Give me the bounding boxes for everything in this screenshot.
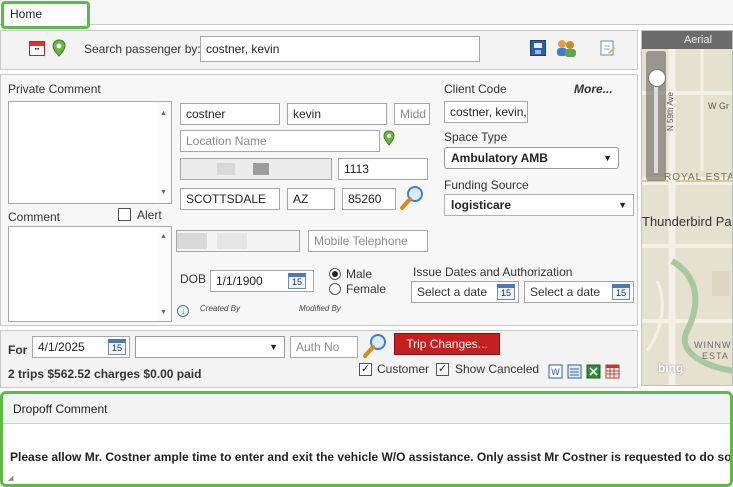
show-canceled-label: Show Canceled: [455, 362, 540, 376]
mobile-phone-field[interactable]: Mobile Telephone: [308, 230, 428, 252]
map-label-esta: ESTA: [702, 351, 729, 361]
auth-number-field[interactable]: Auth No: [290, 336, 358, 358]
map-label-avenue: N 59th Ave: [666, 92, 675, 131]
issue-date-calendar-icon[interactable]: 15: [497, 284, 515, 300]
svg-text:W: W: [551, 368, 560, 378]
bing-logo: bing: [658, 361, 684, 375]
list-view-icon[interactable]: [567, 364, 582, 379]
redacted-block: [253, 163, 269, 175]
city-field[interactable]: SCOTTSDALE: [180, 188, 280, 210]
search-label: Search passenger by:: [84, 42, 201, 56]
map-label-winnw: WINNW: [694, 340, 732, 350]
dob-label: DOB: [180, 272, 207, 286]
gender-female-label: Female: [346, 282, 387, 296]
trip-changes-label: Trip Changes...: [406, 337, 488, 351]
state-field[interactable]: AZ: [287, 188, 335, 210]
address-search-icon[interactable]: [398, 184, 426, 212]
location-pin-icon[interactable]: [383, 130, 395, 146]
zip-field[interactable]: 85260: [342, 188, 396, 210]
dropoff-comment-resize-handle[interactable]: ◢: [8, 474, 13, 482]
audit-info-icon[interactable]: ↓: [177, 305, 189, 317]
alert-label: Alert: [137, 208, 162, 222]
comment-label: Comment: [8, 210, 61, 224]
dropoff-comment-panel: Dropoff Comment Please allow Mr. Costner…: [0, 391, 733, 487]
funding-source-label: Funding Source: [444, 178, 529, 192]
client-code-label: Client Code: [444, 82, 507, 96]
map-label-thunderbird: Thunderbird Pa: [642, 214, 732, 229]
dropoff-comment-title: Dropoff Comment: [13, 402, 108, 416]
trip-changes-button[interactable]: Trip Changes...: [394, 333, 500, 355]
phone-field[interactable]: [176, 230, 300, 252]
redacted-block: [217, 163, 235, 175]
trip-search-icon[interactable]: [361, 332, 389, 360]
chevron-down-icon: ▼: [269, 342, 278, 352]
modified-by-label: Modified By: [299, 304, 341, 313]
address-number-field[interactable]: 1113: [338, 158, 428, 180]
created-by-label: Created By: [200, 304, 241, 313]
middle-name-field[interactable]: Midd: [394, 103, 430, 125]
gender-female-radio[interactable]: [329, 283, 341, 295]
users-icon[interactable]: [555, 38, 577, 58]
for-label: For: [8, 343, 28, 357]
word-export-icon[interactable]: W: [548, 364, 563, 379]
space-type-value: Ambulatory AMB: [451, 151, 548, 165]
redacted-block: [177, 233, 207, 249]
space-type-select[interactable]: Ambulatory AMB ▼: [444, 147, 619, 169]
space-type-label: Space Type: [444, 130, 508, 144]
private-comment-textarea[interactable]: ▲ ▼: [8, 101, 172, 204]
trip-summary: 2 trips $562.52 charges $0.00 paid: [8, 367, 202, 381]
map-label-road: W Gr: [708, 101, 729, 111]
tab-bar: [0, 0, 733, 25]
trip-date-calendar-icon[interactable]: 15: [108, 339, 126, 355]
tab-home-label: Home: [10, 7, 43, 21]
dob-calendar-icon[interactable]: 15: [288, 273, 306, 289]
trip-filter-select[interactable]: ▼: [135, 336, 285, 358]
show-canceled-checkbox[interactable]: ✓: [436, 363, 449, 376]
comment-textarea[interactable]: ▲ ▼: [8, 226, 172, 322]
map-label-royal-estates: ROYAL ESTA: [664, 172, 733, 183]
client-code-field[interactable]: costner, kevin,: [444, 101, 528, 123]
excel-export-icon[interactable]: [586, 364, 601, 379]
tab-home[interactable]: Home: [1, 1, 90, 29]
map-pin-icon[interactable]: [52, 39, 66, 57]
search-input[interactable]: costner, kevin: [200, 36, 480, 62]
map-zoom-handle[interactable]: [648, 69, 666, 87]
gender-male-radio[interactable]: [329, 268, 341, 280]
comment-scrollbar[interactable]: ▲ ▼: [157, 227, 171, 321]
map-mode-header[interactable]: Aerial: [642, 31, 732, 49]
gender-male-label: Male: [346, 267, 373, 281]
alert-checkbox[interactable]: [118, 208, 131, 221]
street-address-field[interactable]: [180, 158, 332, 180]
dropoff-comment-text[interactable]: Please allow Mr. Costner ample time to e…: [10, 450, 730, 464]
chevron-down-icon: ▼: [603, 153, 612, 163]
map-zoom-slider[interactable]: [646, 51, 666, 181]
edit-document-icon[interactable]: [598, 39, 616, 57]
grid-view-icon[interactable]: [605, 364, 620, 379]
calendar-icon[interactable]: ▪▪: [29, 41, 45, 56]
map-view[interactable]: Aerial W Gr N 59th Ave ROYAL ESTA Thunde…: [641, 30, 733, 386]
issue-dates-label: Issue Dates and Authorization: [413, 265, 573, 279]
chevron-down-icon: ▼: [618, 200, 627, 210]
dropoff-comment-header: Dropoff Comment: [3, 394, 730, 424]
authorization-date-calendar-icon[interactable]: 15: [612, 284, 630, 300]
funding-source-value: logisticare: [451, 198, 512, 212]
redacted-block: [217, 233, 247, 249]
customer-label: Customer: [377, 362, 430, 376]
private-comment-scrollbar[interactable]: ▲ ▼: [157, 102, 171, 203]
funding-source-select[interactable]: logisticare ▼: [444, 194, 634, 216]
location-name-field[interactable]: Location Name: [180, 130, 380, 152]
customer-checkbox[interactable]: ✓: [359, 363, 372, 376]
map-mode-label: Aerial: [683, 34, 713, 46]
private-comment-label: Private Comment: [8, 82, 101, 96]
save-icon[interactable]: [530, 40, 546, 56]
last-name-field[interactable]: costner: [180, 103, 280, 125]
more-link[interactable]: More...: [574, 82, 613, 96]
first-name-field[interactable]: kevin: [287, 103, 387, 125]
